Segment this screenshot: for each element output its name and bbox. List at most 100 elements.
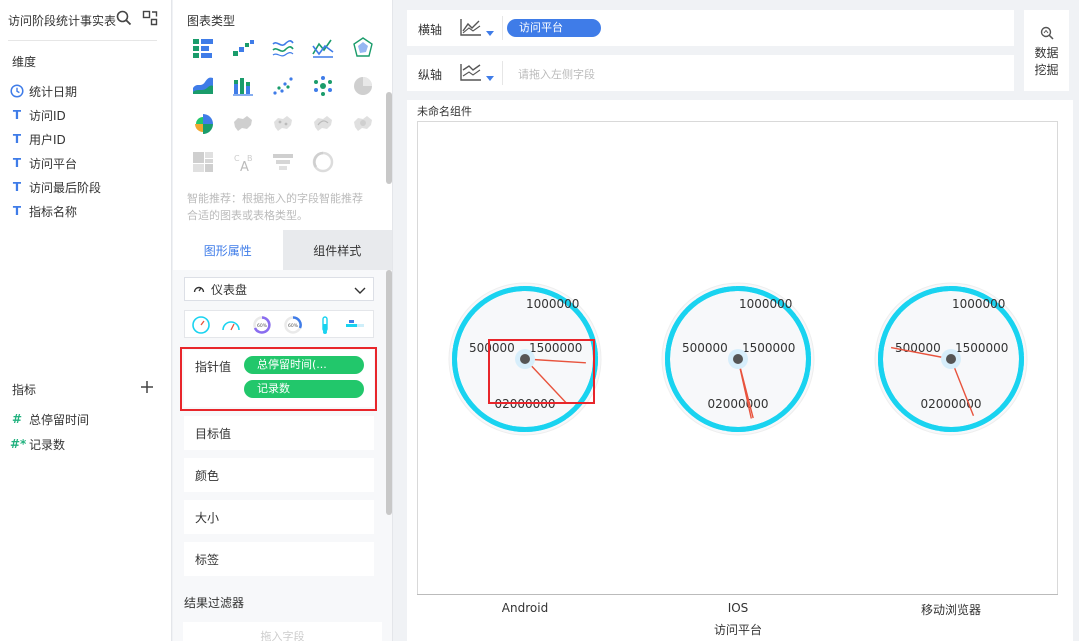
gauge-tick-label: 1500000 <box>955 341 1008 355</box>
dimension-field-last-stage[interactable]: T 访问最后阶段 <box>10 177 101 197</box>
gauge-tick-label: 500000 <box>682 341 728 355</box>
label-well[interactable]: 标签 <box>184 542 374 576</box>
color-well[interactable]: 颜色 <box>184 458 374 492</box>
y-axis-type-icon[interactable] <box>459 62 495 84</box>
radar-chart-icon[interactable] <box>351 36 375 60</box>
flow-map-icon[interactable] <box>311 112 335 136</box>
svg-text:60%: 60% <box>257 323 268 329</box>
ring-gauge-icon[interactable]: 60% <box>252 315 272 335</box>
filter-drop-zone[interactable]: 拖入字段 <box>183 622 382 641</box>
heat-map-icon[interactable] <box>351 112 375 136</box>
word-cloud-icon[interactable]: CAB <box>231 150 255 174</box>
text-type-icon: T <box>12 132 22 146</box>
target-value-well[interactable]: 目标值 <box>184 416 374 450</box>
y-axis-drop-placeholder[interactable]: 请拖入左侧字段 <box>518 66 595 82</box>
dimension-field-platform[interactable]: T 访问平台 <box>10 153 77 173</box>
datasource-title[interactable]: 访问阶段统计事实表 <box>8 12 116 29</box>
divider <box>8 40 157 41</box>
stacked-bar-icon[interactable] <box>231 74 255 98</box>
chevron-down-icon <box>354 287 366 294</box>
gauge-subtype-bar: 60% 60% <box>184 310 374 338</box>
data-mining-button[interactable]: 数据 挖掘 <box>1024 10 1069 91</box>
dimension-field-date[interactable]: 统计日期 <box>10 81 77 101</box>
percent-ring-icon[interactable]: 60% <box>283 315 303 335</box>
chart-type-scrollbar[interactable] <box>386 92 392 184</box>
semicircle-gauge-icon[interactable] <box>221 315 241 335</box>
field-label: 用户ID <box>29 132 66 147</box>
field-label: 总停留时间 <box>29 412 90 427</box>
target-value-label: 目标值 <box>195 426 232 441</box>
property-tabs: 图形属性 组件样式 <box>173 230 392 270</box>
region-map-icon[interactable] <box>231 112 255 136</box>
dimension-field-indicator-name[interactable]: T 指标名称 <box>10 201 77 221</box>
field-label: 指标名称 <box>29 204 78 219</box>
scatter-chart-icon[interactable] <box>271 74 295 98</box>
dimension-section-title: 维度 <box>12 55 37 69</box>
pie-chart-icon[interactable] <box>351 74 375 98</box>
measure-field-record-count[interactable]: #* 记录数 <box>10 434 65 454</box>
chart-kind-select[interactable]: 仪表盘 <box>184 277 374 301</box>
number-type-icon: # <box>11 412 23 426</box>
slider-gauge-icon[interactable] <box>345 315 365 335</box>
dimension-field-visit-id[interactable]: T 访问ID <box>10 105 66 125</box>
bubble-chart-icon[interactable] <box>311 74 335 98</box>
data-mining-line1: 数据 <box>1034 46 1059 60</box>
text-type-icon: T <box>12 204 22 218</box>
cross-table-icon[interactable] <box>231 36 255 60</box>
data-mining-line2: 挖掘 <box>1034 63 1059 77</box>
label-label: 标签 <box>195 552 220 567</box>
x-axis-type-icon[interactable] <box>459 17 495 39</box>
measure-field-total-stay[interactable]: # 总停留时间 <box>10 409 89 429</box>
chart-kind-value: 仪表盘 <box>211 282 248 297</box>
search-icon[interactable] <box>116 10 132 26</box>
field-label: 记录数 <box>29 437 66 452</box>
test-tube-icon[interactable] <box>315 315 335 335</box>
x-axis-field-pill[interactable]: 访问平台 <box>507 19 601 37</box>
gauge-icon <box>193 286 205 293</box>
gauge-tick-label: 1000000 <box>526 297 579 311</box>
size-well[interactable]: 大小 <box>184 500 374 534</box>
switch-datasource-icon[interactable] <box>142 10 158 26</box>
chart-canvas: 未命名组件 500000 1000000 1500000 02000000 500000… <box>407 100 1073 641</box>
highlight-box <box>488 339 595 404</box>
field-label: 访问最后阶段 <box>29 180 102 195</box>
text-type-icon: T <box>12 108 22 122</box>
divider <box>502 61 503 85</box>
gauge-tick-label: 1500000 <box>742 341 795 355</box>
chart-config-panel: 图表类型 CAB 智能推荐：根据拖入的字段智能推荐合适的图表或表格类型。 图形属… <box>173 0 393 641</box>
pointer-gauge-icon[interactable] <box>191 315 211 335</box>
size-label: 大小 <box>195 510 220 525</box>
line-chart-icon[interactable] <box>311 36 335 60</box>
mining-icon <box>1040 26 1054 40</box>
graphic-properties-panel: 仪表盘 60% 60% 指针值 总停留时间(... 记录数 目标值 颜色 大小 … <box>173 270 392 582</box>
tab-component-style[interactable]: 组件样式 <box>282 230 392 270</box>
x-category-label: Android <box>501 601 549 615</box>
wave-chart-icon[interactable] <box>271 36 295 60</box>
x-axis-label: 横轴 <box>418 23 443 37</box>
grouped-table-icon[interactable] <box>191 36 215 60</box>
treemap-icon[interactable] <box>191 150 215 174</box>
gauge-tick-label: 02000000 <box>920 397 981 411</box>
point-map-icon[interactable] <box>271 112 295 136</box>
tab-graphic-properties[interactable]: 图形属性 <box>173 230 283 270</box>
text-type-icon: T <box>12 156 22 170</box>
gauge-chart-icon[interactable] <box>311 150 335 174</box>
divider <box>502 16 503 40</box>
properties-scrollbar[interactable] <box>386 270 392 515</box>
y-axis-row: 纵轴 请拖入左侧字段 <box>407 55 1014 91</box>
area-chart-icon[interactable] <box>191 74 215 98</box>
x-category-label: 移动浏览器 <box>920 603 982 617</box>
gauge-hub <box>946 354 956 364</box>
rose-pie-icon[interactable] <box>191 112 215 136</box>
number-type-icon: #* <box>10 437 27 451</box>
y-axis-label: 纵轴 <box>418 68 443 82</box>
funnel-chart-icon[interactable] <box>271 150 295 174</box>
field-label: 访问平台 <box>29 156 78 171</box>
field-label: 统计日期 <box>29 84 78 99</box>
gauge-tick-label: 02000000 <box>707 397 768 411</box>
x-axis-title: 访问平台 <box>713 623 763 637</box>
gauge-tick-label: 1000000 <box>952 297 1005 311</box>
result-filter-title: 结果过滤器 <box>184 596 245 610</box>
dimension-field-user-id[interactable]: T 用户ID <box>10 129 66 149</box>
add-measure-icon[interactable] <box>140 380 154 394</box>
